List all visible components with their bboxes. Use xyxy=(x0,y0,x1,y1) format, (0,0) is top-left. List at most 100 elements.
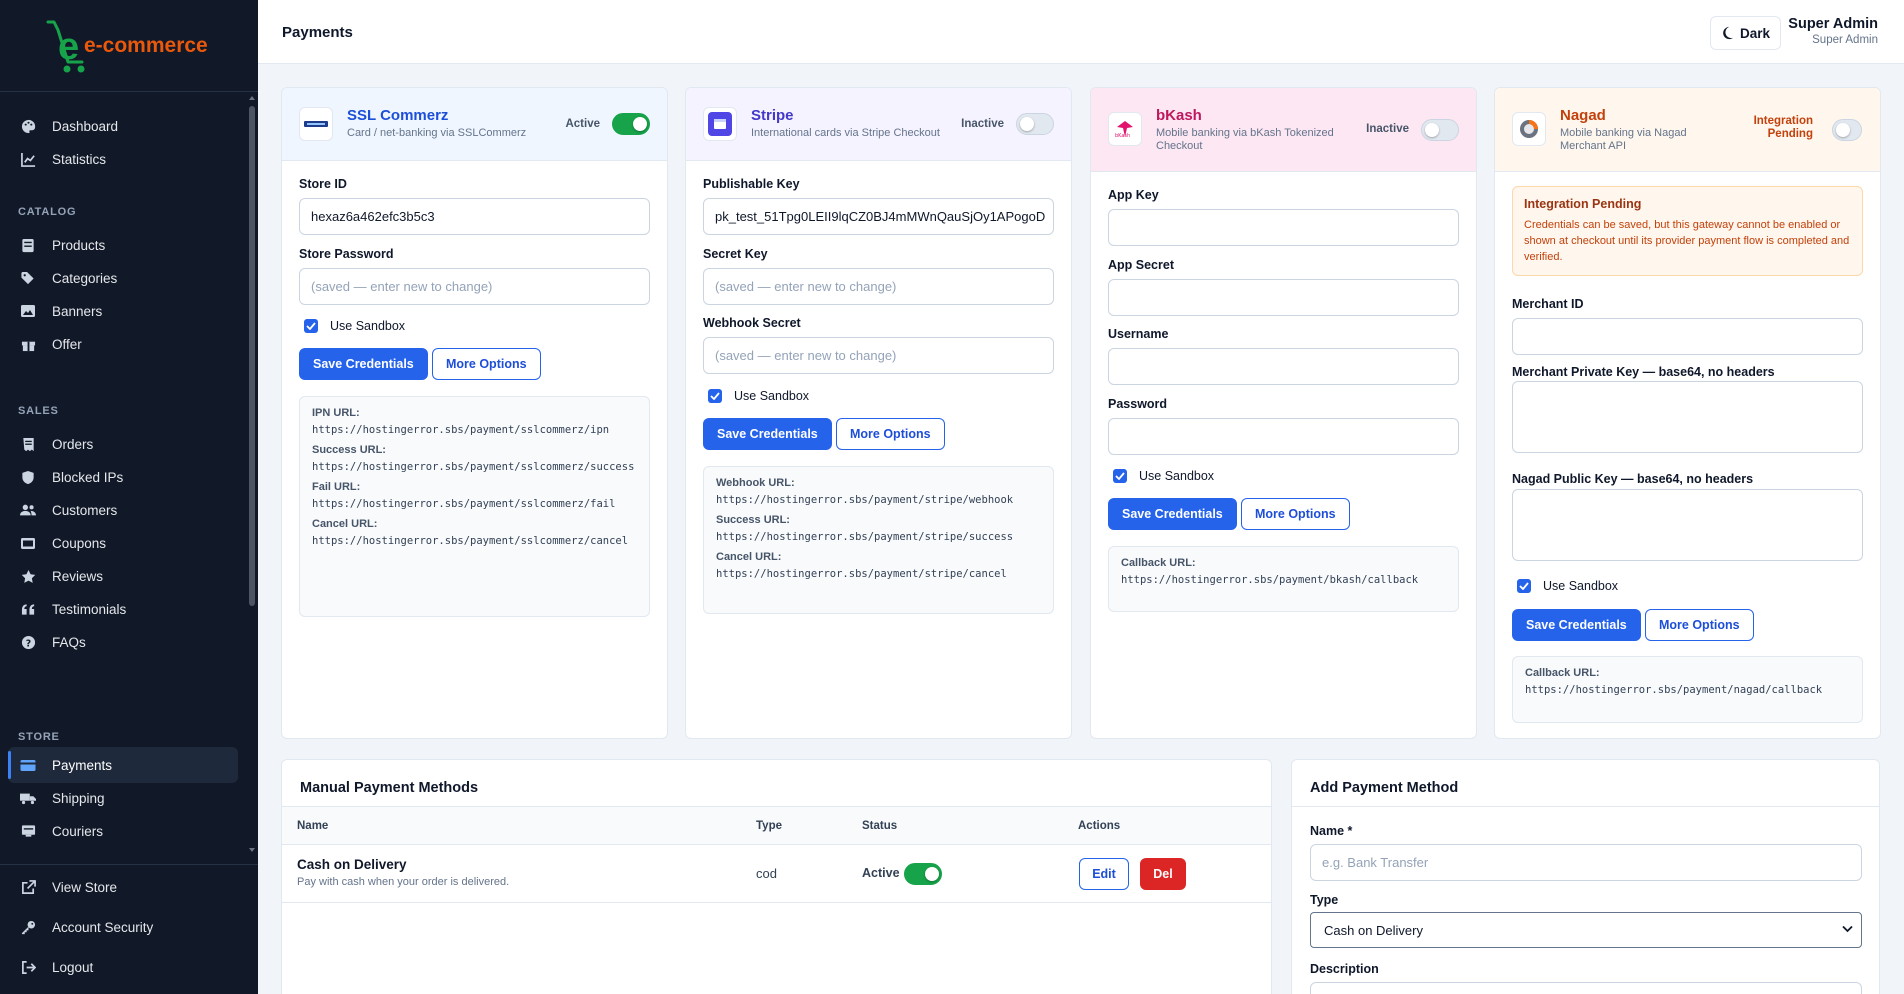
app-key-label: App Key xyxy=(1108,188,1159,202)
sidebar-item-label: Reviews xyxy=(52,568,104,584)
more-options-button[interactable]: More Options xyxy=(1241,498,1350,530)
type-select-value: Cash on Delivery xyxy=(1324,922,1423,938)
gateway-status: Inactive xyxy=(961,118,1004,130)
more-options-button[interactable]: More Options xyxy=(1645,609,1754,641)
use-sandbox-checkbox[interactable]: Use Sandbox xyxy=(304,319,405,333)
sidebar-item-shipping[interactable]: Shipping xyxy=(8,780,238,816)
gateway-enable-toggle[interactable] xyxy=(1832,119,1862,141)
name-input[interactable]: e.g. Bank Transfer xyxy=(1310,844,1862,881)
sidebar-item-label: Categories xyxy=(52,270,118,286)
sidebar-item-account-security[interactable]: Account Security xyxy=(8,909,238,945)
gateway-name: Nagad xyxy=(1560,107,1606,124)
sidebar-item-faqs[interactable]: ? FAQs xyxy=(8,624,238,660)
section-title-catalog: CATALOG xyxy=(18,206,77,218)
secret-key-input[interactable]: (saved — enter new to change) xyxy=(703,268,1054,305)
sidebar-item-payments[interactable]: Payments xyxy=(8,747,238,783)
gateway-enable-toggle[interactable] xyxy=(1016,113,1054,135)
credit-card-icon xyxy=(20,757,36,773)
sidebar-item-coupons[interactable]: Coupons xyxy=(8,525,238,561)
sidebar-item-blocked-ips[interactable]: Blocked IPs xyxy=(8,459,238,495)
table-header: Name Type Status Actions xyxy=(282,806,1271,845)
app-secret-label: App Secret xyxy=(1108,258,1174,272)
logo-text: e-commerce xyxy=(84,34,208,57)
private-key-textarea[interactable] xyxy=(1512,381,1863,453)
gateway-enable-toggle[interactable] xyxy=(612,113,650,135)
sidebar-item-label: View Store xyxy=(52,879,118,895)
scroll-thumb[interactable] xyxy=(249,106,255,606)
stripe-logo-icon xyxy=(703,107,737,141)
sidebar-item-products[interactable]: Products xyxy=(8,227,238,263)
public-key-label: Nagad Public Key — base64, no headers xyxy=(1512,472,1754,486)
description-input[interactable] xyxy=(1310,982,1862,994)
save-credentials-button[interactable]: Save Credentials xyxy=(1512,609,1641,641)
sidebar-item-banners[interactable]: Banners xyxy=(8,293,238,329)
sidebar-item-label: Offer xyxy=(52,336,82,352)
sidebar-item-logout[interactable]: Logout xyxy=(8,949,238,985)
checkbox-checked-icon xyxy=(304,319,318,333)
more-options-button[interactable]: More Options xyxy=(432,348,541,380)
sidebar-scrollbar[interactable] xyxy=(248,96,256,852)
use-sandbox-checkbox[interactable]: Use Sandbox xyxy=(708,389,809,403)
publishable-key-input[interactable]: pk_test_51Tpg0LEII9lqCZ0BJ4mMWnQauSjOy1A… xyxy=(703,198,1054,235)
store-id-input[interactable]: hexaz6a462efc3b5c3 xyxy=(299,198,650,235)
save-credentials-button[interactable]: Save Credentials xyxy=(299,348,428,380)
sslcommerz-logo-icon xyxy=(299,107,333,141)
sidebar-item-orders[interactable]: Orders xyxy=(8,426,238,462)
gateway-card-stripe: Stripe International cards via Stripe Ch… xyxy=(685,87,1072,739)
sidebar-item-reviews[interactable]: Reviews xyxy=(8,558,238,594)
password-input[interactable] xyxy=(1108,418,1459,455)
delete-button[interactable]: Del xyxy=(1140,858,1186,890)
callback-urls-box: IPN URL: https://hostingerror.sbs/paymen… xyxy=(299,396,650,617)
save-credentials-button[interactable]: Save Credentials xyxy=(703,418,832,450)
quote-icon xyxy=(20,601,36,617)
gateway-subtitle: Mobile banking via bKash Tokenized Check… xyxy=(1156,127,1334,152)
merchant-id-input[interactable] xyxy=(1512,318,1863,355)
users-icon xyxy=(20,502,36,518)
user-name[interactable]: Super Admin xyxy=(1788,16,1878,32)
method-status: Active xyxy=(862,866,900,880)
moon-icon xyxy=(1723,26,1734,40)
sidebar-item-categories[interactable]: Categories xyxy=(8,260,238,296)
gateway-status: Integration Pending xyxy=(1753,115,1813,140)
password-label: Password xyxy=(1108,397,1168,411)
gateway-enable-toggle[interactable] xyxy=(1421,119,1459,141)
public-key-textarea[interactable] xyxy=(1512,489,1863,561)
gateway-subtitle: Mobile banking via Nagad Merchant API xyxy=(1560,127,1687,152)
sidebar-item-statistics[interactable]: Statistics xyxy=(8,141,238,177)
app-secret-input[interactable] xyxy=(1108,279,1459,316)
method-status-toggle[interactable] xyxy=(904,863,942,885)
more-options-button[interactable]: More Options xyxy=(836,418,945,450)
truck-icon xyxy=(20,790,36,806)
app-key-input[interactable] xyxy=(1108,209,1459,246)
gift-icon xyxy=(20,336,36,352)
gateway-card-nagad: Nagad Mobile banking via Nagad Merchant … xyxy=(1494,87,1881,739)
sidebar-item-dashboard[interactable]: Dashboard xyxy=(8,108,238,144)
method-description: Pay with cash when your order is deliver… xyxy=(297,876,510,888)
sidebar-item-view-store[interactable]: View Store xyxy=(8,869,238,905)
external-link-icon xyxy=(20,879,36,895)
type-select[interactable]: Cash on Delivery xyxy=(1310,912,1862,948)
chevron-down-icon xyxy=(1842,925,1853,933)
webhook-secret-input[interactable]: (saved — enter new to change) xyxy=(703,337,1054,374)
name-label: Name * xyxy=(1310,824,1353,838)
method-type: cod xyxy=(756,866,777,881)
brand-logo[interactable]: e e-commerce xyxy=(0,0,258,92)
manual-payment-methods-panel: Manual Payment Methods Name Type Status … xyxy=(281,759,1272,994)
sidebar-item-couriers[interactable]: Couriers xyxy=(8,813,238,846)
use-sandbox-checkbox[interactable]: Use Sandbox xyxy=(1517,579,1618,593)
sidebar-bottom-nav: View Store Account Security Logout xyxy=(0,864,258,994)
gateway-status: Active xyxy=(565,118,600,130)
dark-mode-button[interactable]: Dark xyxy=(1710,16,1782,50)
sidebar-item-testimonials[interactable]: Testimonials xyxy=(8,591,238,627)
url-value: https://hostingerror.sbs/payment/stripe/… xyxy=(716,531,1014,543)
sidebar-item-customers[interactable]: Customers xyxy=(8,492,238,528)
sidebar-item-offer[interactable]: Offer xyxy=(8,326,238,362)
shield-icon xyxy=(20,469,36,485)
use-sandbox-checkbox[interactable]: Use Sandbox xyxy=(1113,469,1214,483)
edit-button[interactable]: Edit xyxy=(1079,858,1129,890)
chart-line-icon xyxy=(20,151,36,167)
save-credentials-button[interactable]: Save Credentials xyxy=(1108,498,1237,530)
url-label: IPN URL: xyxy=(312,407,360,419)
store-password-input[interactable]: (saved — enter new to change) xyxy=(299,268,650,305)
username-input[interactable] xyxy=(1108,348,1459,385)
